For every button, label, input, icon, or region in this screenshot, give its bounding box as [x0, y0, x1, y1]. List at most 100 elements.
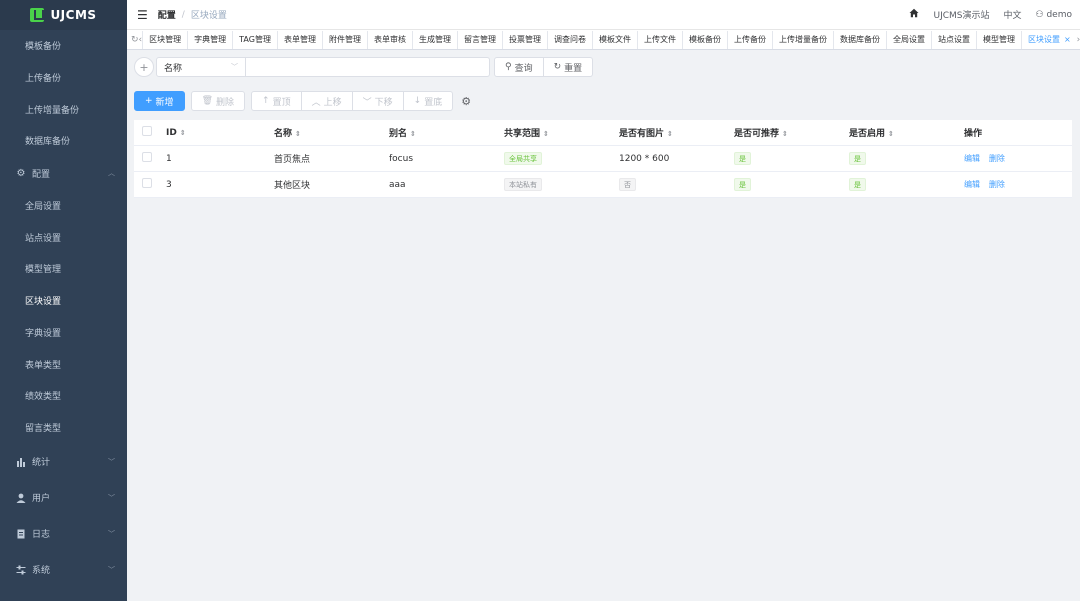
sidebar-item-database-backup[interactable]: 数据库备份: [0, 125, 127, 157]
share-badge: 全局共享: [504, 152, 542, 165]
move-down-button[interactable]: ﹀ 下移: [352, 91, 404, 111]
logo-text: UJCMS: [50, 8, 97, 22]
tab-15[interactable]: 数据库备份: [832, 30, 886, 49]
sidebar-item-dict-settings[interactable]: 字典设置: [0, 317, 127, 349]
column-settings-gear-icon[interactable]: ⚙: [461, 95, 471, 108]
search-field-select[interactable]: 名称 ﹀: [156, 57, 246, 77]
cell-name: 其他区块: [274, 181, 311, 191]
tab-12[interactable]: 模板备份: [681, 30, 727, 49]
query-button[interactable]: ⚲ 查询: [494, 57, 544, 77]
cell-alias: aaa: [389, 179, 406, 190]
reset-button[interactable]: ↻ 重置: [543, 57, 594, 77]
column-header-id[interactable]: ID ⇕: [158, 128, 266, 138]
delete-button[interactable]: 🗑 删除: [190, 91, 246, 111]
search-row: + 名称 ﹀ ⚲ 查询 ↻ 重置: [134, 57, 1073, 77]
delete-link[interactable]: 删除: [989, 154, 1005, 163]
refresh-icon[interactable]: ↻: [131, 35, 139, 45]
menu-toggle-icon[interactable]: ☰: [137, 8, 148, 22]
tab-5[interactable]: 表单审核: [366, 30, 412, 49]
edit-link[interactable]: 编辑: [964, 180, 980, 189]
tab-13[interactable]: 上传备份: [726, 30, 772, 49]
tab-17[interactable]: 站点设置: [930, 30, 976, 49]
sidebar-item-performance-types[interactable]: 绩效类型: [0, 380, 127, 412]
tab-10[interactable]: 模板文件: [591, 30, 637, 49]
tab-16[interactable]: 全局设置: [885, 30, 931, 49]
tab-8[interactable]: 投票管理: [501, 30, 547, 49]
tab-14[interactable]: 上传增量备份: [771, 30, 833, 49]
select-all-checkbox[interactable]: [142, 126, 152, 136]
add-button[interactable]: + 新增: [134, 91, 185, 111]
sidebar-item-global-settings[interactable]: 全局设置: [0, 190, 127, 222]
row-checkbox[interactable]: [142, 152, 152, 162]
tab-7[interactable]: 留言管理: [456, 30, 502, 49]
language-switcher[interactable]: 中文: [1004, 8, 1022, 21]
tab-18[interactable]: 模型管理: [975, 30, 1021, 49]
close-icon[interactable]: ×: [1064, 35, 1071, 44]
column-header-name[interactable]: 名称 ⇕: [266, 126, 381, 139]
sidebar-item-upload-backup[interactable]: 上传备份: [0, 62, 127, 94]
sidebar-item-upload-incremental-backup[interactable]: 上传增量备份: [0, 93, 127, 125]
logo[interactable]: UJCMS: [0, 0, 127, 30]
chevron-right-icon[interactable]: ›: [1077, 35, 1080, 45]
user-menu[interactable]: ⚇ demo: [1036, 10, 1072, 20]
delete-link[interactable]: 删除: [989, 180, 1005, 189]
sidebar-item-message-types[interactable]: 留言类型: [0, 412, 127, 444]
tab-9[interactable]: 调查问卷: [546, 30, 592, 49]
sidebar-group-system[interactable]: 系统 ﹀: [0, 553, 127, 586]
move-up-button[interactable]: ︿ 上移: [301, 91, 353, 111]
chevron-down-icon: ﹀: [231, 63, 238, 71]
plus-icon: +: [145, 96, 153, 106]
sidebar-item-block-settings[interactable]: 区块设置: [0, 285, 127, 317]
sidebar-item-site-settings[interactable]: 站点设置: [0, 221, 127, 253]
edit-link[interactable]: 编辑: [964, 154, 980, 163]
search-input[interactable]: [246, 57, 490, 77]
breadcrumb-root[interactable]: 配置: [158, 8, 176, 21]
sort-icon: ⇕: [295, 130, 301, 138]
tab-11[interactable]: 上传文件: [636, 30, 682, 49]
search-icon: ⚲: [505, 62, 512, 72]
table-header-row: ID ⇕ 名称 ⇕ 别名 ⇕ 共享范围 ⇕ 是否有图片 ⇕ 是否可推荐 ⇕ 是否启用 ⇕ 操作: [134, 120, 1072, 146]
log-icon: [16, 529, 26, 539]
refresh-icon: ↻: [553, 62, 562, 72]
column-header-share[interactable]: 共享范围 ⇕: [496, 126, 611, 139]
column-header-recommendable[interactable]: 是否可推荐 ⇕: [726, 126, 841, 139]
cell-image: 1200 * 600: [619, 153, 670, 164]
tab-2[interactable]: TAG管理: [232, 30, 277, 49]
sort-icon: ⇕: [543, 130, 549, 138]
sort-icon: ⇕: [410, 130, 416, 138]
cell-id: 3: [166, 179, 172, 190]
cell-name: 首页焦点: [274, 155, 311, 165]
sidebar-group-logs[interactable]: 日志 ﹀: [0, 517, 127, 550]
breadcrumb-current: 区块设置: [190, 11, 227, 21]
tab-0[interactable]: 区块管理: [142, 30, 187, 49]
bar-chart-icon: [16, 457, 26, 467]
tab-4[interactable]: 附件管理: [321, 30, 367, 49]
tab-6[interactable]: 生成管理: [411, 30, 457, 49]
sidebar-group-users[interactable]: 用户 ﹀: [0, 481, 127, 514]
enabled-badge: 是: [849, 178, 866, 191]
tab-19[interactable]: 区块设置 ×: [1020, 30, 1077, 49]
table-row: 1 首页焦点 focus 全局共享 1200 * 600 是 是 编辑 删除: [134, 146, 1072, 172]
sidebar: UJCMS 模板备份 上传备份 上传增量备份 数据库备份 ⚙ 配置 ︿ 全局设置…: [0, 0, 127, 601]
home-icon[interactable]: [909, 8, 919, 21]
move-top-button[interactable]: ↑ 置顶: [251, 91, 302, 111]
share-badge: 本站私有: [504, 178, 542, 191]
column-header-alias[interactable]: 别名 ⇕: [381, 126, 496, 139]
sliders-icon: [16, 565, 26, 575]
column-header-image[interactable]: 是否有图片 ⇕: [611, 126, 726, 139]
sidebar-item-model-management[interactable]: 模型管理: [0, 253, 127, 285]
sidebar-group-stats[interactable]: 统计 ﹀: [0, 445, 127, 478]
sidebar-group-config[interactable]: ⚙ 配置 ︿: [0, 157, 127, 190]
column-header-enabled[interactable]: 是否启用 ⇕: [841, 126, 956, 139]
move-bottom-button[interactable]: ↓ 置底: [403, 91, 454, 111]
sort-icon: ⇕: [667, 130, 673, 138]
cell-id: 1: [166, 153, 172, 164]
column-header-actions: 操作: [964, 129, 983, 139]
sidebar-item-template-backup[interactable]: 模板备份: [0, 30, 127, 62]
sidebar-item-form-types[interactable]: 表单类型: [0, 348, 127, 380]
row-checkbox[interactable]: [142, 178, 152, 188]
add-condition-button[interactable]: +: [134, 57, 154, 77]
tab-3[interactable]: 表单管理: [276, 30, 322, 49]
tab-1[interactable]: 字典管理: [187, 30, 232, 49]
site-switcher[interactable]: UJCMS演示站: [933, 8, 989, 21]
